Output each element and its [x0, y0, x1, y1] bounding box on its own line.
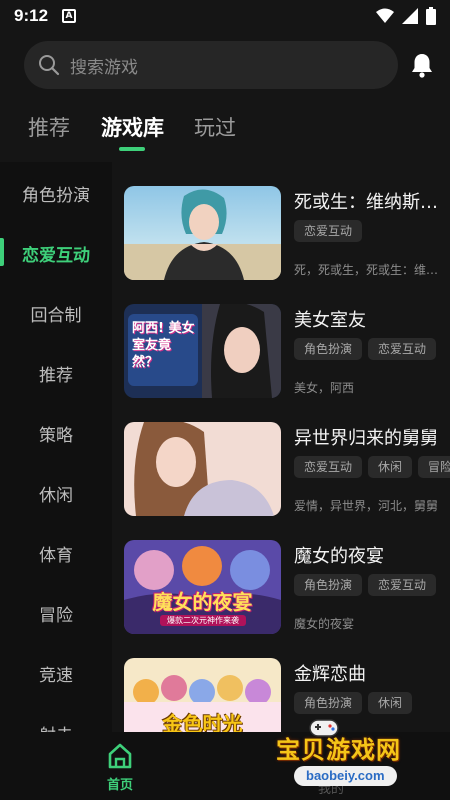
game-keywords: 美女，阿西	[294, 381, 355, 395]
game-tag[interactable]: 角色扮演	[294, 574, 363, 596]
game-thumbnail[interactable]	[124, 422, 281, 516]
status-time: 9:12	[14, 6, 49, 25]
search-placeholder: 搜索游戏	[70, 57, 138, 78]
notification-a-icon: A	[62, 9, 77, 23]
game-card[interactable]: 死或生：维纳斯假期 恋爱互动 死，死或生，死或生：维纳斯假期	[124, 186, 450, 282]
category-strategy[interactable]: 策略	[0, 413, 112, 453]
thumb-subcaption: 爆款二次元神作来袭	[160, 615, 246, 626]
game-tag[interactable]: 角色扮演	[294, 692, 363, 714]
game-title[interactable]: 金辉恋曲	[294, 660, 450, 686]
game-thumbnail[interactable]: 魔女的夜宴 爆款二次元神作来袭	[124, 540, 281, 634]
category-turn-based[interactable]: 回合制	[0, 293, 112, 333]
game-thumbnail[interactable]	[124, 186, 281, 280]
category-shooting[interactable]: 射击	[0, 713, 112, 733]
game-tags: 角色扮演 恋爱互动	[294, 574, 450, 598]
game-tags: 恋爱互动	[294, 220, 450, 244]
watermark-text: 宝贝游戏网	[276, 736, 401, 764]
category-role-playing[interactable]: 角色扮演	[0, 173, 112, 213]
game-cover-image	[124, 422, 281, 516]
thumb-caption: 金色时光	[162, 712, 243, 732]
game-tag[interactable]: 恋爱互动	[294, 456, 363, 478]
active-tab-indicator	[119, 147, 145, 151]
cell-signal-icon	[402, 8, 418, 24]
category-racing[interactable]: 竞速	[0, 653, 112, 693]
tab-recommend[interactable]: 推荐	[28, 112, 70, 142]
category-romance[interactable]: 恋爱互动	[0, 233, 112, 273]
game-tag[interactable]: 角色扮演	[294, 338, 363, 360]
tab-played[interactable]: 玩过	[194, 112, 236, 142]
game-tags: 角色扮演 恋爱互动	[294, 338, 450, 362]
search-input[interactable]: 搜索游戏	[24, 41, 398, 89]
game-title[interactable]: 美女室友	[294, 306, 450, 332]
game-list[interactable]: 死或生：维纳斯假期 恋爱互动 死，死或生，死或生：维纳斯假期 阿西! 美女室友竟…	[112, 162, 450, 732]
game-tags: 角色扮演 休闲	[294, 692, 450, 716]
game-card[interactable]: 异世界归来的舅舅 恋爱互动 休闲 冒险 爱情，异世界，河北，舅舅	[124, 422, 450, 518]
thumb-caption: 魔女的夜宴	[152, 590, 253, 614]
category-sidebar[interactable]: 角色扮演 恋爱互动 回合制 推荐 策略 休闲 体育 冒险 竞速 射击	[0, 162, 112, 732]
watermark-url: baobeiy.com	[294, 766, 397, 786]
category-recommend[interactable]: 推荐	[0, 353, 112, 393]
category-sports[interactable]: 体育	[0, 533, 112, 573]
game-title[interactable]: 魔女的夜宴	[294, 542, 450, 568]
tab-game-library[interactable]: 游戏库	[101, 112, 164, 142]
game-title[interactable]: 死或生：维纳斯假期	[294, 188, 450, 214]
game-tag[interactable]: 休闲	[368, 456, 413, 478]
nav-home[interactable]: 首页	[96, 742, 144, 796]
game-keywords: 爱情，异世界，河北，舅舅	[294, 499, 439, 513]
game-keywords: 魔女的夜宴	[294, 617, 355, 631]
game-card[interactable]: 魔女的夜宴 爆款二次元神作来袭 魔女的夜宴 角色扮演 恋爱互动 魔女的夜宴	[124, 540, 450, 636]
game-keywords: 死，死或生，死或生：维纳斯假期	[294, 263, 450, 277]
category-adventure[interactable]: 冒险	[0, 593, 112, 633]
home-icon	[108, 743, 132, 769]
search-icon	[39, 55, 60, 76]
tab-bar: 推荐 游戏库 玩过	[0, 100, 450, 160]
game-tag[interactable]: 恋爱互动	[368, 574, 437, 596]
thumb-caption: 阿西! 美女室友竟然？	[132, 321, 195, 370]
game-card[interactable]: 阿西! 美女室友竟然？ 美女室友 角色扮演 恋爱互动 美女，阿西	[124, 304, 450, 400]
game-tags: 恋爱互动 休闲 冒险	[294, 456, 450, 480]
game-tag[interactable]: 休闲	[368, 692, 413, 714]
battery-icon	[426, 7, 436, 25]
game-thumbnail[interactable]: 阿西! 美女室友竟然？	[124, 304, 281, 398]
bell-icon[interactable]	[408, 51, 436, 79]
status-bar: 9:12 A	[0, 0, 450, 32]
game-cover-image	[124, 186, 281, 280]
status-icons	[376, 7, 436, 25]
game-title[interactable]: 异世界归来的舅舅	[294, 424, 450, 450]
category-casual[interactable]: 休闲	[0, 473, 112, 513]
game-tag[interactable]: 冒险	[418, 456, 450, 478]
watermark: 宝贝游戏网 baobeiy.com	[270, 719, 450, 800]
game-tag[interactable]: 恋爱互动	[294, 220, 363, 242]
game-card[interactable]: 金色时光 金辉恋曲 角色扮演 休闲	[124, 658, 450, 732]
wifi-icon	[376, 8, 394, 23]
nav-home-label: 首页	[106, 778, 133, 793]
game-tag[interactable]: 恋爱互动	[368, 338, 437, 360]
game-thumbnail[interactable]: 金色时光	[124, 658, 281, 732]
